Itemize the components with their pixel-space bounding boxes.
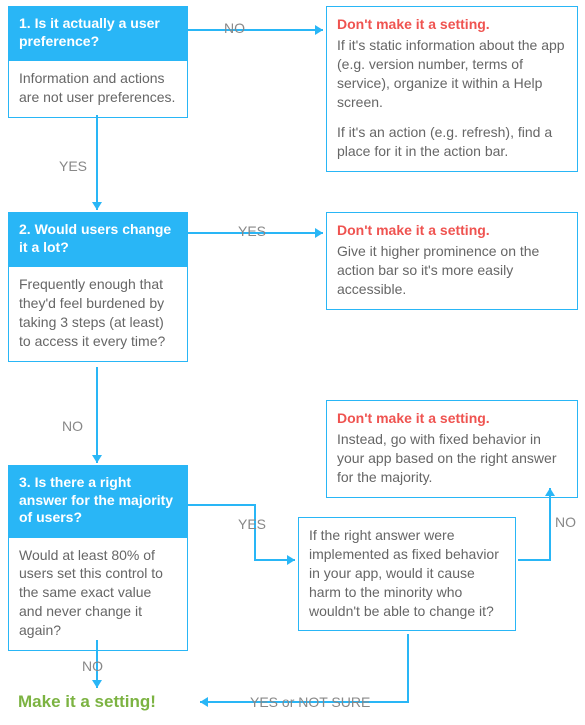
edge-q3-harm-label: YES	[238, 516, 266, 532]
outcome-o1-line1: If it's static information about the app…	[337, 37, 565, 110]
edge-harm-o3-label: NO	[555, 514, 576, 530]
outcome-final: Make it a setting!	[18, 692, 156, 712]
outcome-o2-body: Give it higher prominence on the action …	[337, 243, 539, 297]
decision-q2-title: 2. Would users change it a lot?	[8, 212, 188, 267]
decision-q1-body: Information and actions are not user pre…	[8, 61, 188, 118]
edge-q2-o2-label: YES	[238, 223, 266, 239]
outcome-o3: Don't make it a setting. Instead, go wit…	[326, 400, 578, 498]
decision-q3-body: Would at least 80% of users set this con…	[8, 538, 188, 651]
outcome-o3-body: Instead, go with fixed behavior in your …	[337, 431, 556, 485]
outcome-o1: Don't make it a setting. If it's static …	[326, 6, 578, 172]
decision-q3-title: 3. Is there a right answer for the major…	[8, 465, 188, 538]
subquestion-harm-body: If the right answer were implemented as …	[309, 527, 499, 619]
decision-q2-body: Frequently enough that they'd feel burde…	[8, 267, 188, 362]
edge-harm-final-label: YES or NOT SURE	[250, 694, 370, 710]
outcome-o3-warn: Don't make it a setting.	[337, 409, 567, 428]
decision-q1: 1. Is it actually a user preference? Inf…	[8, 6, 188, 118]
edge-q3-final-label: NO	[82, 658, 103, 674]
outcome-o2: Don't make it a setting. Give it higher …	[326, 212, 578, 310]
edge-q2-q3-label: NO	[62, 418, 83, 434]
subquestion-harm: If the right answer were implemented as …	[298, 517, 516, 631]
decision-q3: 3. Is there a right answer for the major…	[8, 465, 188, 651]
decision-q1-title: 1. Is it actually a user preference?	[8, 6, 188, 61]
outcome-o2-warn: Don't make it a setting.	[337, 221, 567, 240]
outcome-o1-warn: Don't make it a setting.	[337, 15, 567, 34]
outcome-o1-line2: If it's an action (e.g. refresh), find a…	[337, 124, 552, 159]
edge-q1-o1-label: NO	[224, 20, 245, 36]
decision-q2: 2. Would users change it a lot? Frequent…	[8, 212, 188, 362]
edge-q1-q2-label: YES	[59, 158, 87, 174]
